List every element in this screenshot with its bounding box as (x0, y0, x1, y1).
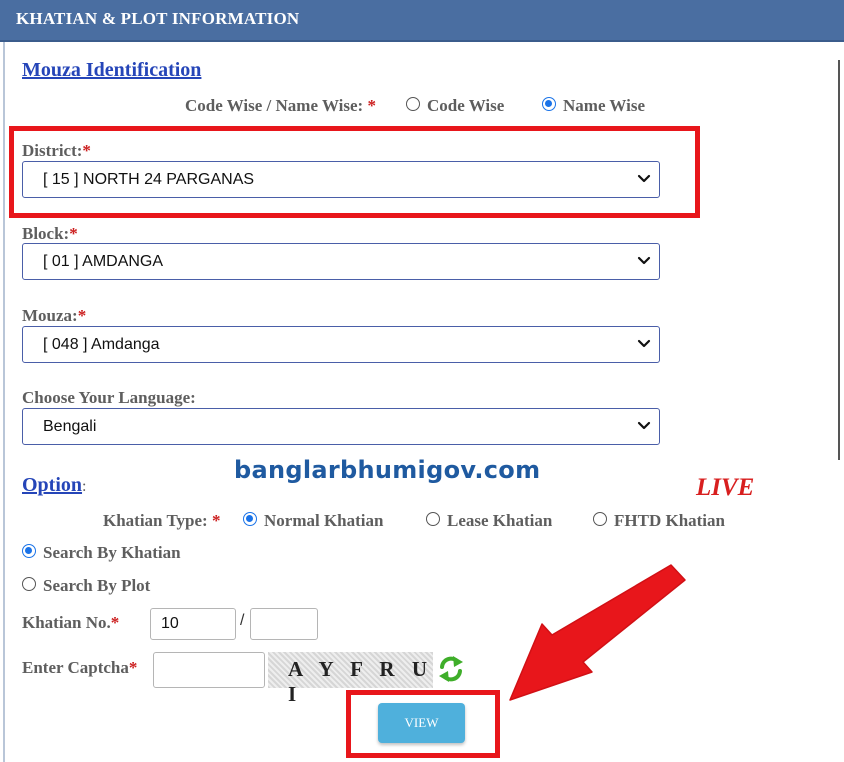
watermark-text: banglarbhumigov.com (234, 456, 541, 484)
code-wise-radio[interactable] (406, 97, 420, 111)
mouza-label: Mouza:* (22, 306, 87, 325)
language-select[interactable]: Bengali (22, 408, 660, 445)
fhtd-khatian-label: FHTD Khatian (614, 511, 725, 530)
captcha-image: A Y F R U I (268, 652, 433, 706)
panel-border-left (3, 42, 5, 762)
option-heading[interactable]: Option (22, 474, 82, 496)
fhtd-khatian-radio[interactable] (593, 512, 607, 526)
mouza-select[interactable]: [ 048 ] Amdanga (22, 326, 660, 363)
search-by-plot-label: Search By Plot (43, 576, 151, 595)
khatian-no-suffix-input[interactable] (250, 608, 318, 640)
arrow-pointer-icon (509, 564, 686, 701)
chevron-down-icon (637, 339, 651, 348)
chevron-down-icon (637, 421, 651, 430)
language-label: Choose Your Language: (22, 388, 196, 407)
page-title: KHATIAN & PLOT INFORMATION (16, 9, 300, 28)
name-wise-radio[interactable] (542, 97, 556, 111)
captcha-input[interactable] (153, 652, 265, 688)
lease-khatian-radio[interactable] (426, 512, 440, 526)
captcha-label: Enter Captcha* (22, 658, 138, 677)
mode-label: Code Wise / Name Wise: * (185, 96, 376, 115)
mouza-select-value: [ 048 ] Amdanga (43, 336, 160, 353)
chevron-down-icon (637, 256, 651, 265)
khatian-no-input[interactable]: 10 (150, 608, 236, 640)
district-highlight-box (9, 126, 700, 218)
code-wise-label: Code Wise (427, 96, 505, 115)
block-label: Block:* (22, 224, 78, 243)
search-by-plot-radio[interactable] (22, 577, 36, 591)
live-badge: LIVE (696, 474, 755, 501)
refresh-icon[interactable] (436, 653, 466, 685)
search-by-khatian-label: Search By Khatian (43, 543, 181, 562)
search-by-khatian-radio[interactable] (22, 544, 36, 558)
block-select-value: [ 01 ] AMDANGA (43, 253, 164, 270)
option-heading-wrap: Option: (22, 474, 87, 496)
view-button-highlight-box (346, 690, 500, 758)
khatian-no-label: Khatian No.* (22, 613, 120, 632)
page-header: KHATIAN & PLOT INFORMATION (0, 0, 844, 42)
normal-khatian-label: Normal Khatian (264, 511, 384, 530)
name-wise-label: Name Wise (563, 96, 646, 115)
panel-border-right (838, 60, 840, 460)
normal-khatian-radio[interactable] (243, 512, 257, 526)
khatian-type-label: Khatian Type: * (103, 511, 221, 530)
khatian-no-separator: / (240, 612, 245, 629)
mouza-identification-heading[interactable]: Mouza Identification (22, 59, 201, 82)
lease-khatian-label: Lease Khatian (447, 511, 553, 530)
block-select[interactable]: [ 01 ] AMDANGA (22, 243, 660, 280)
language-select-value: Bengali (43, 418, 97, 435)
